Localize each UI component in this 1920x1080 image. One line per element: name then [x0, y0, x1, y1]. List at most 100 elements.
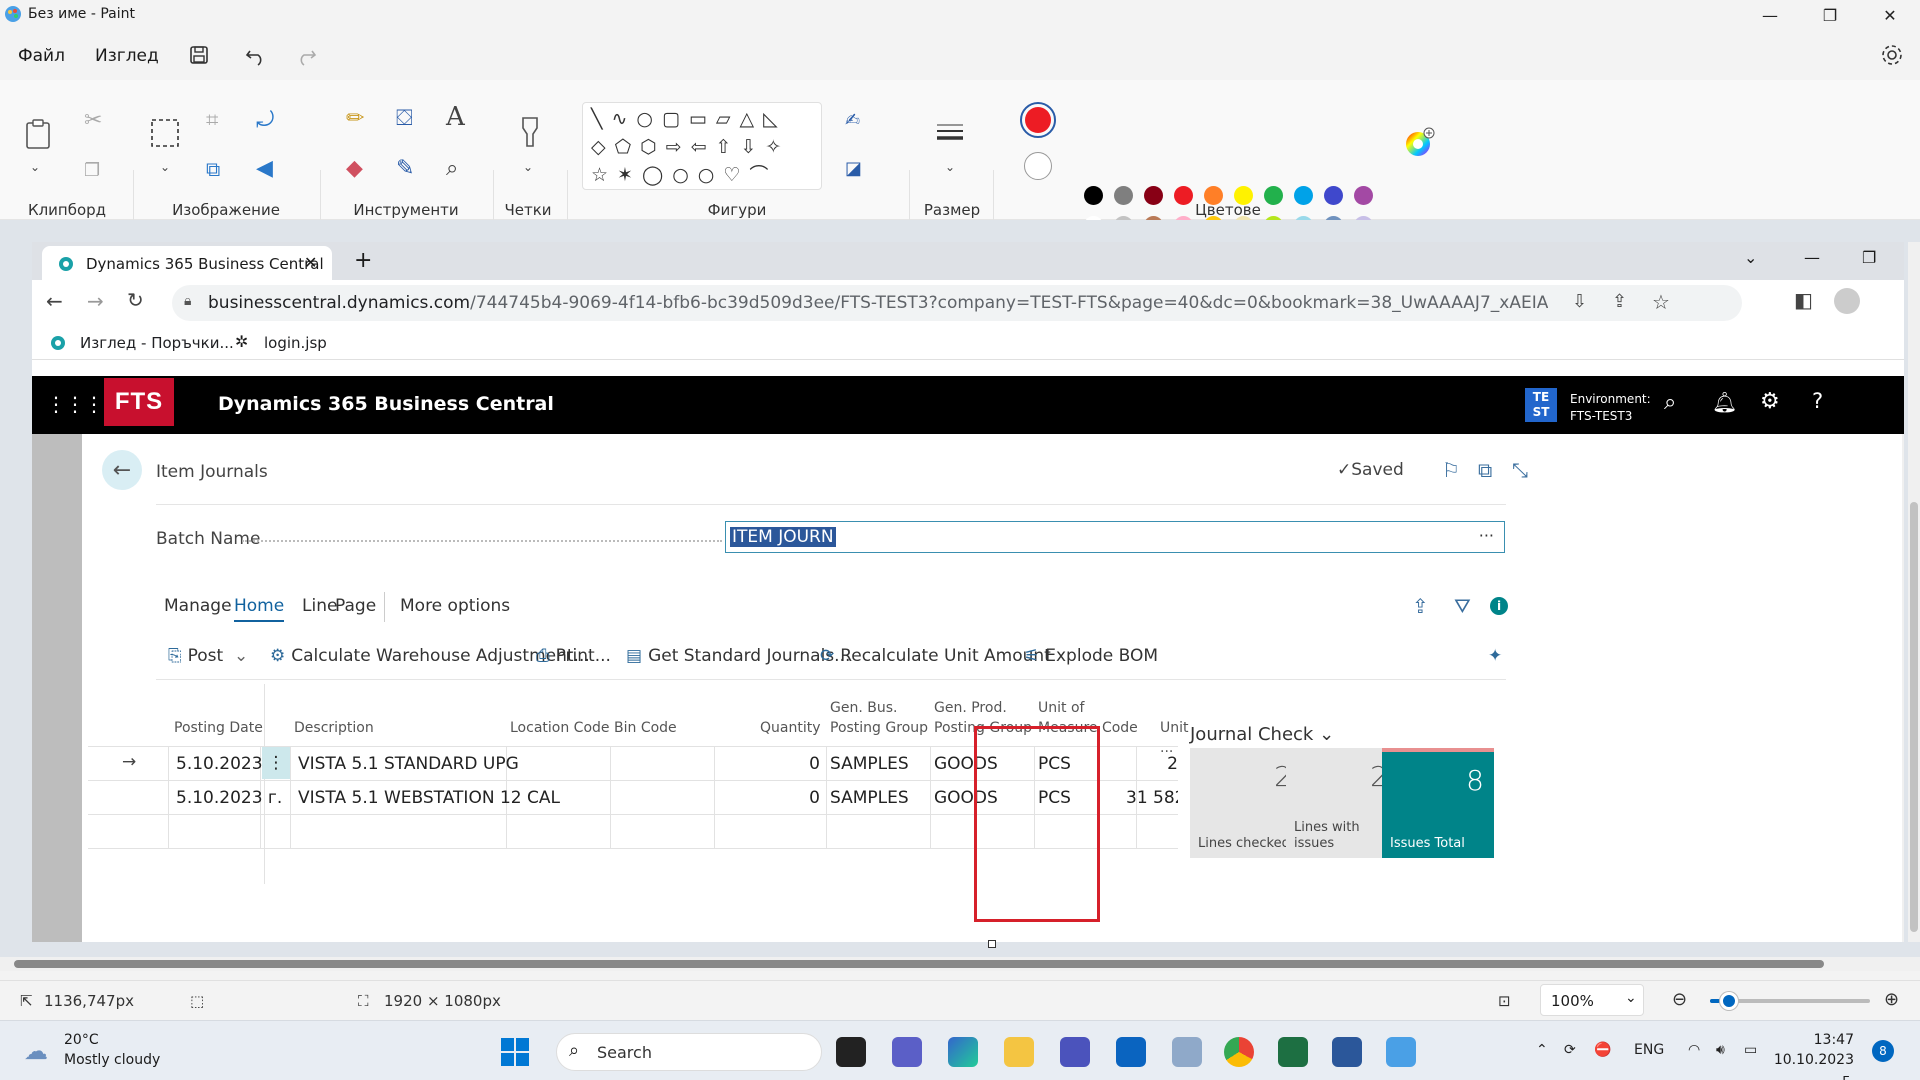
action-print[interactable]: ⎙ Print...: [536, 646, 611, 666]
canvas-resize-handle[interactable]: [988, 940, 996, 948]
notifications-bell-icon[interactable]: 🔔︎: [1712, 390, 1737, 414]
bookmark-star-icon[interactable]: ☆: [1652, 290, 1670, 314]
edit-colors-icon[interactable]: [1404, 127, 1436, 159]
cell-quantity[interactable]: 0: [788, 788, 820, 808]
reload-icon[interactable]: ↻: [127, 288, 144, 312]
pin-icon[interactable]: ✦: [1488, 646, 1502, 666]
task-view-icon[interactable]: [836, 1037, 866, 1067]
action-explode-bom[interactable]: ⚟ Explode BOM: [1024, 646, 1158, 666]
filter-icon[interactable]: ⛛: [1454, 594, 1471, 618]
pencil-icon[interactable]: ✏: [346, 108, 364, 130]
cell-quantity[interactable]: 0: [788, 754, 820, 774]
color-swatch[interactable]: [1144, 186, 1163, 205]
volume-icon[interactable]: 🔊︎: [1716, 1042, 1725, 1058]
info-icon[interactable]: i: [1490, 597, 1508, 615]
cell-gen-bus[interactable]: SAMPLES: [830, 754, 909, 774]
zoom-out-icon[interactable]: ⊖: [1672, 989, 1687, 1010]
browser-minimize-icon[interactable]: —: [1804, 248, 1820, 267]
fill-bucket-icon[interactable]: ⛋: [396, 108, 413, 130]
tab-home[interactable]: Home: [234, 596, 285, 622]
eraser-icon[interactable]: ◆: [346, 158, 363, 180]
app-launcher-icon[interactable]: ⋮⋮⋮: [46, 392, 104, 416]
new-tab-icon[interactable]: +: [354, 248, 372, 273]
bc-settings-gear-icon[interactable]: ⚙: [1760, 389, 1780, 414]
teams-icon[interactable]: [1060, 1037, 1090, 1067]
magnifier-icon[interactable]: ⌕: [446, 158, 458, 180]
tab-search-chevron-icon[interactable]: ⌄: [1744, 248, 1757, 267]
brush-icon[interactable]: [519, 116, 541, 148]
text-tool-icon[interactable]: A: [446, 104, 465, 130]
help-icon[interactable]: ?: [1812, 389, 1823, 413]
col-bin-code[interactable]: Bin Code: [614, 718, 677, 738]
paint-taskbar-icon[interactable]: [1386, 1037, 1416, 1067]
zoom-select[interactable]: 100% ⌄: [1540, 984, 1644, 1016]
color-swatch[interactable]: [1324, 186, 1343, 205]
col-gen-bus-posting-group[interactable]: Gen. Bus. Posting Group: [830, 698, 930, 738]
color-swatch[interactable]: [1174, 186, 1193, 205]
outline-icon[interactable]: ✍: [845, 110, 860, 132]
forward-arrow-icon[interactable]: →: [87, 289, 104, 313]
color-swatch[interactable]: [1294, 186, 1313, 205]
menu-file[interactable]: Файл: [18, 46, 65, 66]
select-icon[interactable]: [150, 118, 180, 148]
battery-icon[interactable]: ▭: [1744, 1042, 1757, 1058]
language-indicator[interactable]: ENG: [1634, 1042, 1664, 1058]
batch-lookup-icon[interactable]: ···: [1479, 526, 1494, 545]
tab-page[interactable]: Page: [335, 596, 376, 616]
teams-chat-icon[interactable]: [892, 1037, 922, 1067]
cell-unit-amount[interactable]: 2: [1128, 754, 1178, 774]
fit-to-window-icon[interactable]: ⊡: [1498, 992, 1511, 1010]
profile-avatar[interactable]: [1834, 288, 1860, 314]
cell-posting-date[interactable]: 5.10.2023 г.: [176, 788, 282, 808]
brush-dropdown-chevron-icon[interactable]: ⌄: [523, 156, 533, 178]
network-app-icon[interactable]: [1172, 1037, 1202, 1067]
tab-line[interactable]: Line: [302, 596, 337, 616]
flip-icon[interactable]: ◀: [256, 158, 273, 180]
collapse-icon[interactable]: ⤡: [1512, 458, 1528, 482]
browser-tab[interactable]: Dynamics 365 Business Central ✕: [42, 246, 332, 280]
browser-screenshot[interactable]: Dynamics 365 Business Central ✕ + ⌄ — ❐ …: [32, 242, 1904, 942]
cell-unit-amount[interactable]: 31 582: [1126, 788, 1178, 808]
rotate-icon[interactable]: ⤾: [256, 110, 274, 132]
share-icon[interactable]: ⇪: [1612, 291, 1627, 312]
col-posting-date[interactable]: Posting Date: [174, 718, 263, 738]
row-actions-ellipsis-icon[interactable]: ⋮: [262, 747, 290, 779]
paste-dropdown-chevron-icon[interactable]: ⌄: [30, 156, 40, 178]
bookmark-orders[interactable]: Изглед - Поръчки...: [80, 334, 234, 352]
color-swatch[interactable]: [1354, 186, 1373, 205]
share-page-icon[interactable]: ⇪: [1412, 594, 1429, 618]
crop-icon[interactable]: ⌗: [206, 110, 218, 132]
primary-color-button[interactable]: [1020, 102, 1056, 138]
col-quantity[interactable]: Quantity: [760, 718, 821, 738]
chrome-icon[interactable]: [1224, 1037, 1254, 1067]
paste-icon[interactable]: [24, 118, 52, 150]
cut-icon[interactable]: ✂: [84, 110, 102, 132]
close-button[interactable]: ✕: [1860, 0, 1920, 30]
taskbar-clock[interactable]: 13:47 10.10.2023 г.: [1764, 1030, 1854, 1080]
back-arrow-icon[interactable]: ←: [46, 289, 63, 313]
size-dropdown-chevron-icon[interactable]: ⌄: [945, 156, 955, 178]
onedrive-error-icon[interactable]: ⛔: [1594, 1042, 1611, 1058]
horizontal-scroll-thumb[interactable]: [14, 960, 1824, 968]
windows-start-icon[interactable]: [500, 1037, 530, 1067]
action-post[interactable]: ⎘ Post: [168, 646, 223, 666]
post-dropdown-chevron-icon[interactable]: ⌄: [234, 646, 248, 666]
copy-icon[interactable]: ❐: [84, 160, 100, 182]
zoom-in-icon[interactable]: ⊕: [1884, 989, 1899, 1010]
browser-restore-icon[interactable]: ❐: [1862, 248, 1876, 267]
cell-gen-bus[interactable]: SAMPLES: [830, 788, 909, 808]
color-swatch[interactable]: [1114, 186, 1133, 205]
cell-description[interactable]: VISTA 5.1 WEBSTATION 12 CAL: [298, 788, 560, 808]
wifi-icon[interactable]: ◠: [1688, 1042, 1700, 1058]
horizontal-scrollbar[interactable]: [0, 957, 1920, 971]
resize-icon[interactable]: ⧉: [206, 158, 220, 180]
redo-icon[interactable]: [294, 43, 318, 67]
bc-search-icon[interactable]: ⌕: [1664, 390, 1676, 415]
journal-check-title[interactable]: Journal Check ⌄: [1190, 724, 1334, 745]
action-recalculate[interactable]: ⟳ Recalculate Unit Amount: [820, 646, 1051, 666]
side-panel-icon[interactable]: ◧: [1794, 288, 1813, 312]
undo-icon[interactable]: [244, 43, 268, 67]
size-icon[interactable]: [935, 122, 965, 142]
col-location-code[interactable]: Location Code: [510, 718, 610, 738]
minimize-button[interactable]: —: [1740, 0, 1800, 30]
